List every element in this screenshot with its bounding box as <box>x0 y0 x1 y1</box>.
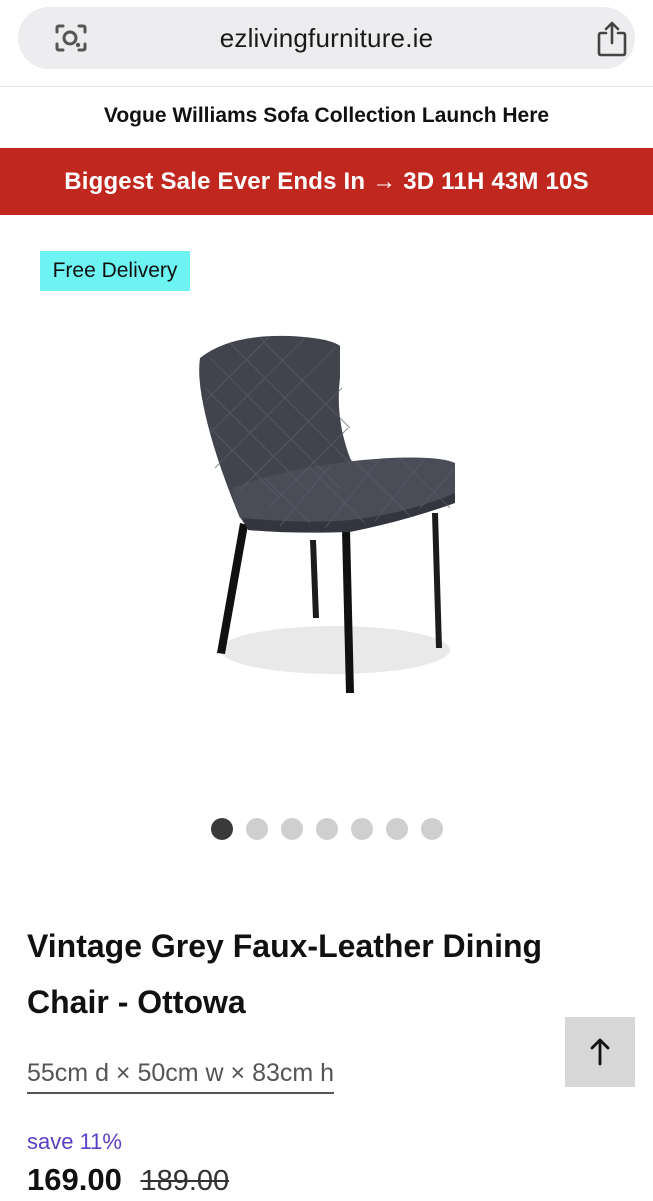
share-icon[interactable] <box>596 21 628 57</box>
arrow-up-icon <box>590 1038 610 1066</box>
free-delivery-badge: Free Delivery <box>40 251 190 291</box>
carousel-dot[interactable] <box>316 818 338 840</box>
carousel-dot[interactable] <box>421 818 443 840</box>
address-bar[interactable]: ezlivingfurniture.ie <box>18 7 635 69</box>
current-price: 169.00 <box>27 1162 122 1197</box>
carousel-dot[interactable] <box>246 818 268 840</box>
promo-link[interactable]: Vogue Williams Sofa Collection Launch He… <box>0 96 653 136</box>
sale-countdown-banner[interactable]: Biggest Sale Ever Ends In → 3D 11H 43M 1… <box>0 148 653 215</box>
image-carousel-dots <box>211 818 443 842</box>
product-title: Vintage Grey Faux-Leather Dining Chair -… <box>27 928 543 1020</box>
back-to-top-button[interactable] <box>565 1017 635 1087</box>
carousel-dot[interactable] <box>281 818 303 840</box>
carousel-dot[interactable] <box>386 818 408 840</box>
original-price: 189.00 <box>140 1165 230 1197</box>
dining-chair-image[interactable] <box>170 318 480 708</box>
product-dimensions-link[interactable]: 55cm d × 50cm w × 83cm h <box>27 1056 335 1094</box>
save-percentage: save 11% <box>27 1129 122 1154</box>
carousel-dot[interactable] <box>351 818 373 840</box>
carousel-dot-active[interactable] <box>211 818 233 840</box>
price-row: 169.00 189.00 <box>27 1160 229 1201</box>
url-text[interactable]: ezlivingfurniture.ie <box>18 7 635 69</box>
browser-toolbar: ezlivingfurniture.ie <box>0 0 653 87</box>
